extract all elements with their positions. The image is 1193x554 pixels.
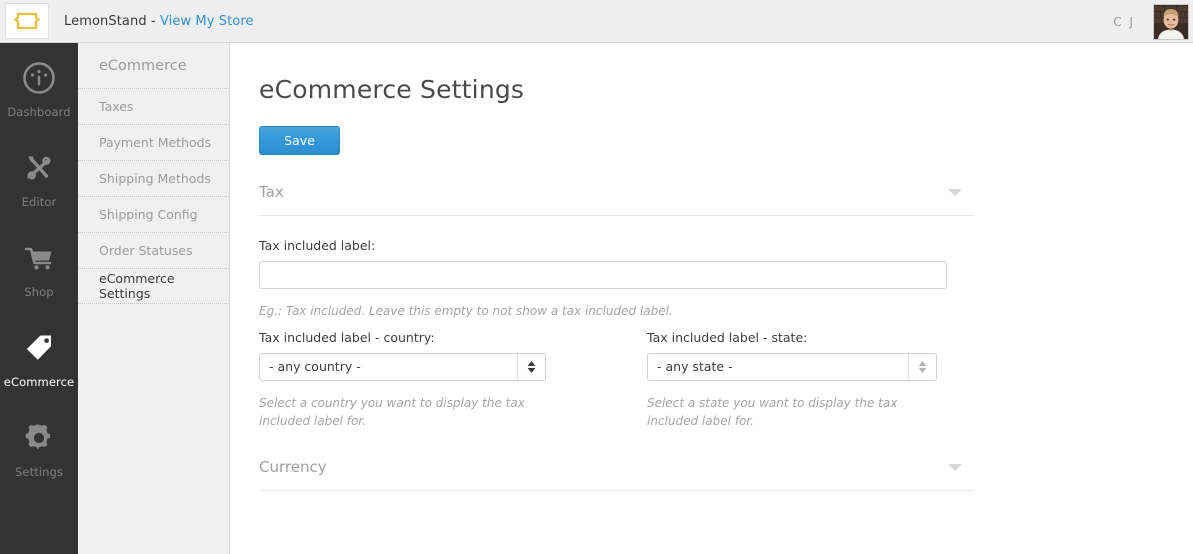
select-updown-arrow-icon <box>517 354 545 380</box>
settings-gear-icon <box>20 417 58 459</box>
sidebar-item-ecommerce[interactable]: eCommerce <box>0 313 78 403</box>
section-title: Currency <box>259 458 327 476</box>
section-title: Tax <box>259 183 284 201</box>
save-button[interactable]: Save <box>259 126 340 155</box>
section-header-tax[interactable]: Tax <box>259 183 974 216</box>
sidebar-item-payment-methods[interactable]: Payment Methods <box>78 124 229 160</box>
chevron-down-icon[interactable] <box>948 188 962 196</box>
avatar[interactable] <box>1153 3 1189 40</box>
top-bar: LemonStand - View My Store C J <box>0 0 1193 43</box>
ecommerce-tag-icon <box>20 327 58 369</box>
tax-state-field: Tax included label - state: - any state … <box>647 330 1035 430</box>
tax-country-select[interactable]: - any country - <box>259 353 546 381</box>
user-initials[interactable]: C J <box>1113 15 1135 29</box>
tax-included-label-hint: Eg.: Tax included. Leave this empty to n… <box>259 304 673 318</box>
tax-country-field: Tax included label - country: - any coun… <box>259 330 647 430</box>
tax-included-label-input[interactable] <box>259 261 947 289</box>
sidebar-item-label: Shop <box>24 285 54 299</box>
sidebar-item-editor[interactable]: Editor <box>0 133 78 223</box>
top-bar-right: C J <box>1113 0 1193 43</box>
subnav-title: eCommerce <box>99 57 187 74</box>
secondary-sidebar: eCommerce Taxes Payment Methods Shipping… <box>78 43 230 554</box>
main-content: eCommerce Settings Save Tax Tax included… <box>231 43 1193 554</box>
tax-country-value: - any country - <box>269 359 361 374</box>
sidebar-item-label: eCommerce <box>3 375 75 389</box>
select-updown-arrow-icon <box>908 354 936 380</box>
tax-state-value: - any state - <box>657 359 733 374</box>
chevron-down-icon[interactable] <box>948 463 962 471</box>
primary-sidebar: Dashboard Editor Shop eCommerce Settings <box>0 43 78 554</box>
tax-country-label: Tax included label - country: <box>259 330 435 345</box>
brand-name: LemonStand - <box>64 13 160 29</box>
view-my-store-link[interactable]: View My Store <box>160 14 254 29</box>
sidebar-item-shop[interactable]: Shop <box>0 223 78 313</box>
sidebar-item-ecommerce-settings[interactable]: eCommerce Settings <box>78 268 229 304</box>
sidebar-item-dashboard[interactable]: Dashboard <box>0 43 78 133</box>
section-header-currency[interactable]: Currency <box>259 458 974 491</box>
sidebar-item-label: Editor <box>21 195 57 209</box>
app-window: LemonStand - View My Store C J Dashboard… <box>0 0 1193 554</box>
user-avatar-photo-icon <box>1154 4 1188 39</box>
sidebar-item-label: Settings <box>15 465 63 479</box>
brand-title: LemonStand - View My Store <box>64 14 254 29</box>
sidebar-item-order-statuses[interactable]: Order Statuses <box>78 232 229 268</box>
shop-cart-icon <box>20 237 58 279</box>
sidebar-item-shipping-methods[interactable]: Shipping Methods <box>78 160 229 196</box>
page-title: eCommerce Settings <box>259 75 525 104</box>
tax-state-label: Tax included label - state: <box>647 330 808 345</box>
sidebar-item-shipping-config[interactable]: Shipping Config <box>78 196 229 232</box>
tax-country-hint: Select a country you want to display the… <box>259 396 525 428</box>
editor-tools-icon <box>20 147 58 189</box>
sidebar-item-taxes[interactable]: Taxes <box>78 88 229 124</box>
dashboard-gauge-icon <box>20 57 58 99</box>
sidebar-item-settings[interactable]: Settings <box>0 403 78 493</box>
tax-state-hint: Select a state you want to display the t… <box>647 396 898 428</box>
sidebar-item-label: Dashboard <box>7 105 71 119</box>
lemonstand-tag-logo-icon <box>14 12 40 30</box>
tax-state-select[interactable]: - any state - <box>647 353 937 381</box>
tax-location-fields: Tax included label - country: - any coun… <box>259 330 1193 430</box>
tax-included-label-label: Tax included label: <box>259 238 376 253</box>
app-logo[interactable] <box>5 3 49 39</box>
